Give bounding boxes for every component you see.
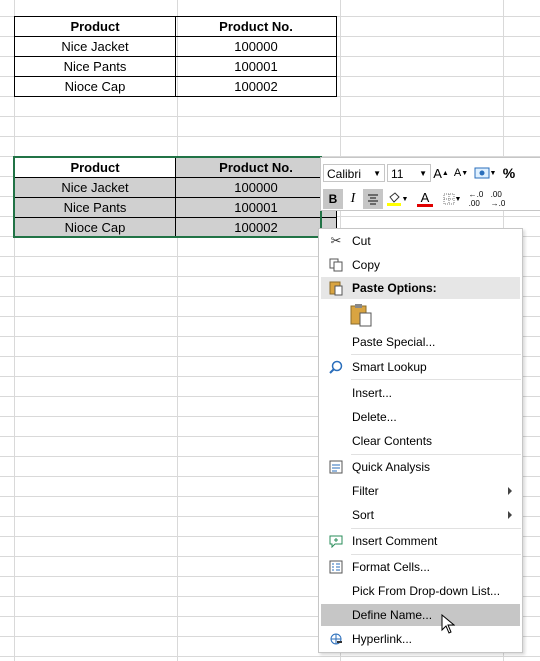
hyperlink-icon bbox=[321, 628, 351, 650]
table-cell[interactable]: 100000 bbox=[175, 36, 337, 57]
increase-decimal-button[interactable]: ←.0.00 bbox=[465, 189, 487, 209]
chevron-down-icon: ▼ bbox=[419, 169, 427, 178]
red-swatch-icon bbox=[417, 203, 433, 207]
font-size-value: 11 bbox=[391, 167, 404, 181]
table-cell[interactable]: 100001 bbox=[175, 56, 337, 77]
table-cell[interactable]: Nice Jacket bbox=[14, 177, 176, 198]
center-align-button[interactable] bbox=[363, 189, 383, 209]
paint-bucket-icon bbox=[386, 192, 401, 206]
header-cell[interactable]: Product No. bbox=[175, 16, 337, 37]
fill-color-button[interactable]: ▼ bbox=[383, 189, 411, 209]
menu-separator bbox=[351, 354, 521, 355]
menu-item-define-name[interactable]: Define Name... bbox=[321, 604, 520, 626]
table-cell[interactable]: Nice Jacket bbox=[14, 36, 176, 57]
menu-separator bbox=[351, 528, 521, 529]
menu-item-pick-from-list[interactable]: Pick From Drop-down List... bbox=[321, 580, 520, 602]
mini-toolbar: Calibri ▼ 11 ▼ A ▲ A ▼ ▼ % B I ▼ A ▼ ←.0… bbox=[320, 157, 540, 211]
menu-item-paste-special[interactable]: Paste Special... bbox=[321, 331, 520, 353]
table-cell[interactable]: Nioce Cap bbox=[14, 217, 176, 238]
table-cell[interactable]: 100002 bbox=[175, 217, 337, 238]
decrease-font-button[interactable]: A ▼ bbox=[451, 163, 471, 183]
borders-icon bbox=[443, 193, 455, 205]
menu-item-hyperlink[interactable]: Hyperlink... bbox=[321, 628, 520, 650]
comment-icon bbox=[321, 530, 351, 552]
font-color-button[interactable]: A bbox=[411, 189, 439, 209]
menu-header-paste-options: Paste Options: bbox=[321, 277, 520, 299]
percent-style-button[interactable]: % bbox=[499, 163, 519, 183]
font-name-value: Calibri bbox=[327, 167, 362, 181]
font-name-select[interactable]: Calibri ▼ bbox=[323, 164, 385, 182]
chevron-down-icon: ▼ bbox=[373, 169, 381, 178]
paste-button[interactable] bbox=[349, 303, 373, 329]
menu-item-delete[interactable]: Delete... bbox=[321, 406, 520, 428]
menu-separator bbox=[351, 554, 521, 555]
format-cells-icon bbox=[321, 556, 351, 578]
menu-item-smart-lookup[interactable]: Smart Lookup bbox=[321, 356, 520, 378]
italic-button[interactable]: I bbox=[343, 189, 363, 209]
borders-button[interactable]: ▼ bbox=[439, 189, 465, 209]
menu-separator bbox=[351, 379, 521, 380]
mouse-cursor-icon bbox=[441, 614, 455, 634]
align-center-icon bbox=[368, 194, 378, 205]
scissors-icon: ✂ bbox=[330, 233, 342, 248]
accounting-format-button[interactable]: ▼ bbox=[471, 163, 499, 183]
product-table-1: Product Product No. Nice Jacket 100000 N… bbox=[14, 16, 337, 97]
menu-item-cut[interactable]: ✂ Cut bbox=[321, 230, 520, 252]
header-cell[interactable]: Product bbox=[14, 16, 176, 37]
context-menu: ✂ Cut Copy Paste Options: Paste Special.… bbox=[318, 228, 523, 653]
font-size-select[interactable]: 11 ▼ bbox=[387, 164, 431, 182]
table-cell[interactable]: 100001 bbox=[175, 197, 337, 218]
decrease-decimal-button[interactable]: .00 →.0 bbox=[487, 189, 509, 209]
header-cell[interactable]: Product No. bbox=[175, 157, 337, 178]
menu-item-filter[interactable]: Filter bbox=[321, 480, 520, 502]
table-cell[interactable]: Nice Pants bbox=[14, 56, 176, 77]
table-cell[interactable]: 100000 bbox=[175, 177, 337, 198]
menu-item-format-cells[interactable]: Format Cells... bbox=[321, 556, 520, 578]
increase-font-button[interactable]: A ▲ bbox=[431, 163, 451, 183]
grid-column-line bbox=[14, 0, 15, 661]
quick-analysis-icon bbox=[321, 456, 351, 478]
table-cell[interactable]: Nioce Cap bbox=[14, 76, 176, 97]
chevron-right-icon bbox=[508, 511, 512, 519]
currency-icon bbox=[474, 167, 490, 179]
copy-icon bbox=[321, 254, 351, 276]
menu-item-insert-comment[interactable]: Insert Comment bbox=[321, 530, 520, 552]
menu-item-quick-analysis[interactable]: Quick Analysis bbox=[321, 456, 520, 478]
menu-item-insert[interactable]: Insert... bbox=[321, 382, 520, 404]
chevron-right-icon bbox=[508, 487, 512, 495]
smart-lookup-icon bbox=[321, 356, 351, 378]
product-table-2: Product Product No. Nice Jacket 100000 N… bbox=[14, 157, 337, 238]
table-cell[interactable]: 100002 bbox=[175, 76, 337, 97]
bold-button[interactable]: B bbox=[323, 189, 343, 209]
menu-item-clear-contents[interactable]: Clear Contents bbox=[321, 430, 520, 452]
menu-item-copy[interactable]: Copy bbox=[321, 254, 520, 276]
paste-icon bbox=[350, 304, 372, 327]
table-cell[interactable]: Nice Pants bbox=[14, 197, 176, 218]
menu-separator bbox=[351, 454, 521, 455]
menu-item-sort[interactable]: Sort bbox=[321, 504, 520, 526]
clipboard-icon bbox=[321, 277, 351, 299]
header-cell[interactable]: Product bbox=[14, 157, 176, 178]
